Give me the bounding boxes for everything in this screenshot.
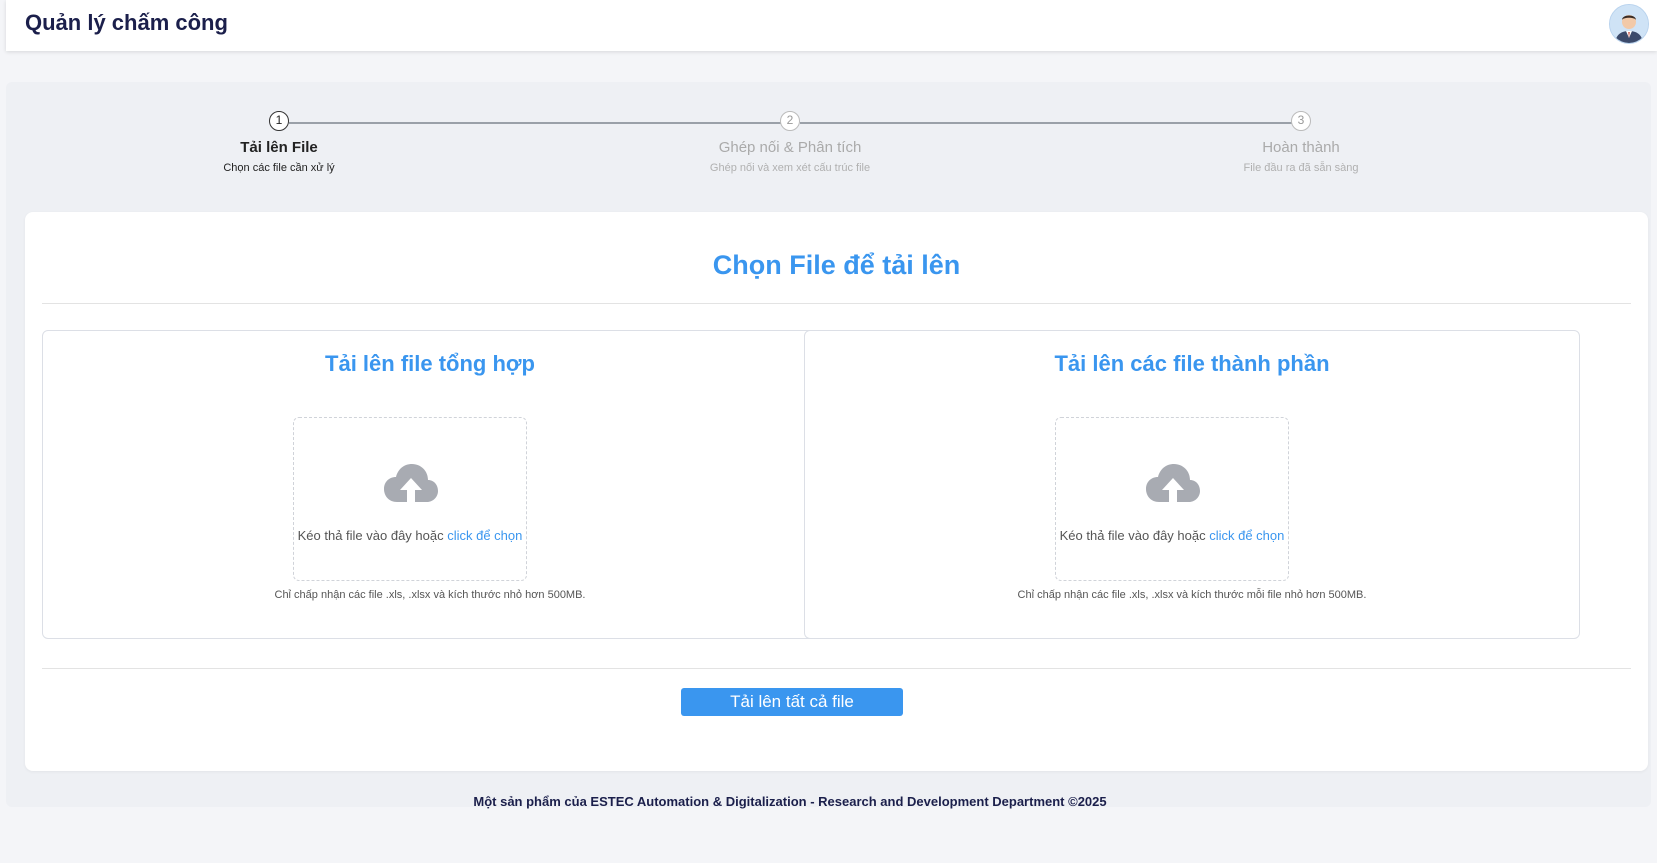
cloud-upload-icon [384,464,438,502]
step-title: Tải lên File [240,139,318,156]
step-complete: 3 Hoàn thành File đầu ra đã sẵn sàng [1171,111,1431,174]
upload-card: Chọn File để tải lên Tải lên file tổng h… [25,212,1648,771]
step-subtitle: File đầu ra đã sẵn sàng [1243,162,1359,174]
step-title: Ghép nối & Phân tích [718,139,862,156]
app-header: Quản lý chấm công [6,0,1657,51]
stepper: 1 Tải lên File Chọn các file cần xử lý 2… [6,82,1651,192]
click-to-choose-link[interactable]: click để chọn [447,528,522,543]
step-merge-analyze: 2 Ghép nối & Phân tích Ghép nối và xem x… [660,111,920,174]
components-dropzone[interactable]: Kéo thả file vào đây hoặc click để chọn [1055,417,1289,581]
step-subtitle: Ghép nối và xem xét cấu trúc file [709,162,871,174]
summary-dropzone[interactable]: Kéo thả file vào đây hoặc click để chọn [293,417,527,581]
drop-instruction: Kéo thả file vào đây hoặc [297,528,448,543]
step-number: 3 [1291,111,1311,131]
user-avatar[interactable] [1609,4,1649,44]
avatar-icon [1610,5,1648,43]
card-title: Chọn File để tải lên [712,250,961,280]
panel-title: Tải lên các file thành phần [1054,351,1330,376]
step-number: 2 [780,111,800,131]
footer-text: Một sản phẩm của ESTEC Automation & Digi… [473,794,1107,809]
app-title: Quản lý chấm công [25,10,228,35]
cloud-upload-icon [1146,464,1200,502]
panel-title: Tải lên file tổng hợp [325,351,535,376]
component-upload-panel: Tải lên các file thành phần Kéo thả file… [804,330,1580,639]
summary-upload-panel: Tải lên file tổng hợp Kéo thả file vào đ… [42,330,818,639]
main-content: 1 Tải lên File Chọn các file cần xử lý 2… [6,82,1651,807]
file-hint: Chỉ chấp nhận các file .xls, .xlsx và kí… [274,589,586,601]
divider [42,668,1631,669]
divider [42,303,1631,304]
step-upload: 1 Tải lên File Chọn các file cần xử lý [149,111,409,174]
dropzone-text: Kéo thả file vào đây hoặc click để chọn [1056,528,1288,543]
step-subtitle: Chọn các file cần xử lý [223,162,335,174]
file-hint: Chỉ chấp nhận các file .xls, .xlsx và kí… [1017,589,1367,601]
step-number: 1 [269,111,289,131]
upload-all-button[interactable]: Tải lên tất cả file [681,688,903,716]
dropzone-text: Kéo thả file vào đây hoặc click để chọn [294,528,526,543]
click-to-choose-link[interactable]: click để chọn [1209,528,1284,543]
step-title: Hoàn thành [1262,139,1340,156]
drop-instruction: Kéo thả file vào đây hoặc [1059,528,1210,543]
